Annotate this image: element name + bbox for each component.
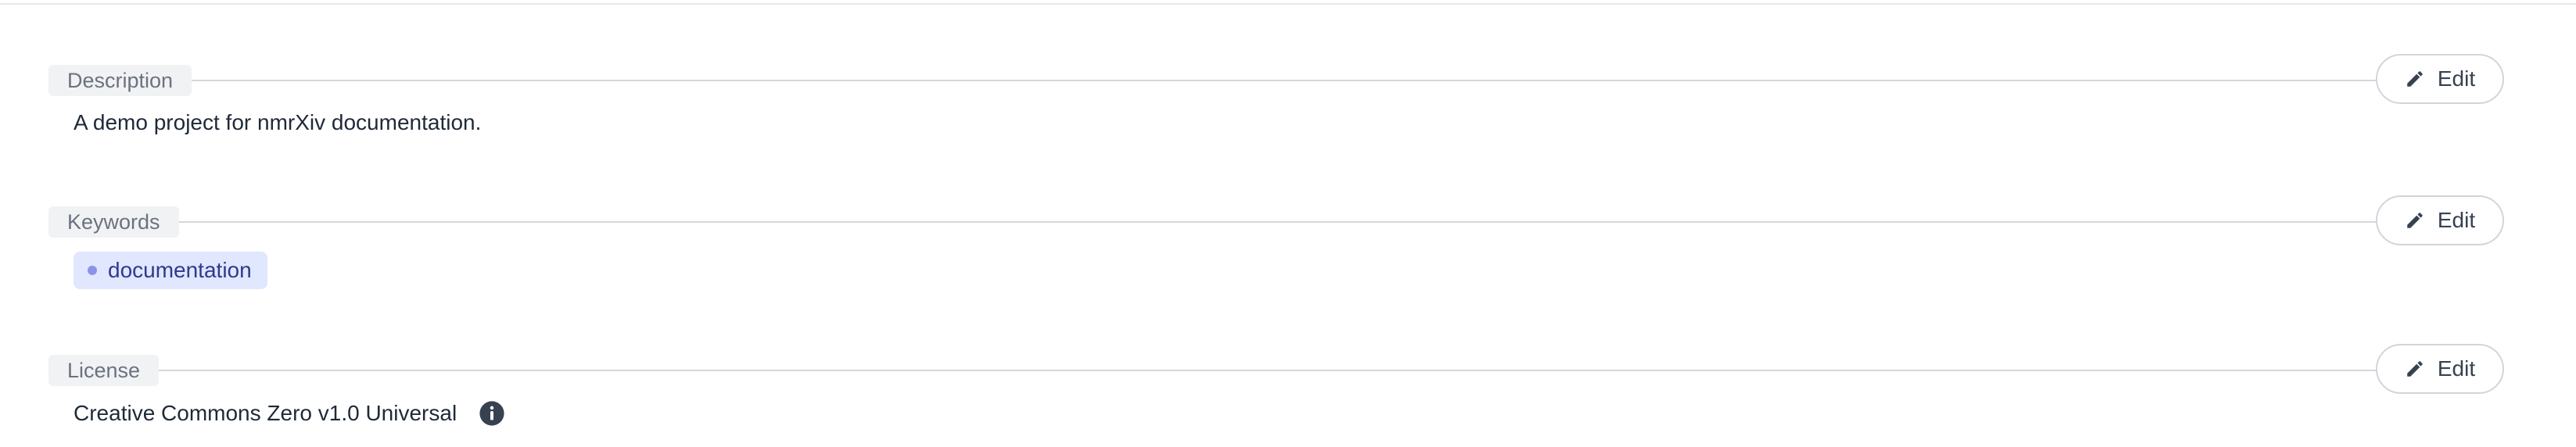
keywords-label: Keywords (48, 206, 179, 238)
pencil-icon (2405, 210, 2425, 231)
description-header: Description Edit (48, 49, 2504, 112)
description-section: Description Edit A demo project for nmrX… (48, 49, 2504, 135)
pencil-icon (2405, 359, 2425, 379)
info-circle-icon[interactable] (479, 400, 505, 427)
edit-description-button[interactable]: Edit (2376, 54, 2504, 104)
section-divider (48, 370, 2457, 371)
edit-label: Edit (2437, 66, 2476, 91)
description-label: Description (48, 65, 192, 96)
keyword-chip: documentation (74, 252, 267, 289)
edit-license-button[interactable]: Edit (2376, 344, 2504, 394)
edit-label: Edit (2437, 208, 2476, 232)
license-section: License Edit Creative Commons Zero v1.0 … (48, 339, 2504, 427)
section-divider (48, 221, 2457, 223)
license-text: Creative Commons Zero v1.0 Universal (74, 401, 457, 425)
edit-keywords-button[interactable]: Edit (2376, 195, 2504, 245)
chip-dot-icon (88, 266, 97, 275)
project-details-panel: Description Edit A demo project for nmrX… (0, 0, 2576, 447)
top-divider (0, 3, 2576, 5)
license-label: License (48, 355, 160, 386)
keyword-list: documentation (48, 252, 2504, 289)
section-divider (48, 80, 2457, 81)
license-row: Creative Commons Zero v1.0 Universal (74, 400, 2504, 427)
edit-label: Edit (2437, 356, 2476, 381)
keyword-label: documentation (108, 258, 252, 282)
keywords-header: Keywords Edit (48, 191, 2504, 253)
description-text: A demo project for nmrXiv documentation. (74, 110, 482, 134)
pencil-icon (2405, 69, 2425, 89)
license-header: License Edit (48, 339, 2504, 402)
keywords-section: Keywords Edit documentation (48, 191, 2504, 289)
